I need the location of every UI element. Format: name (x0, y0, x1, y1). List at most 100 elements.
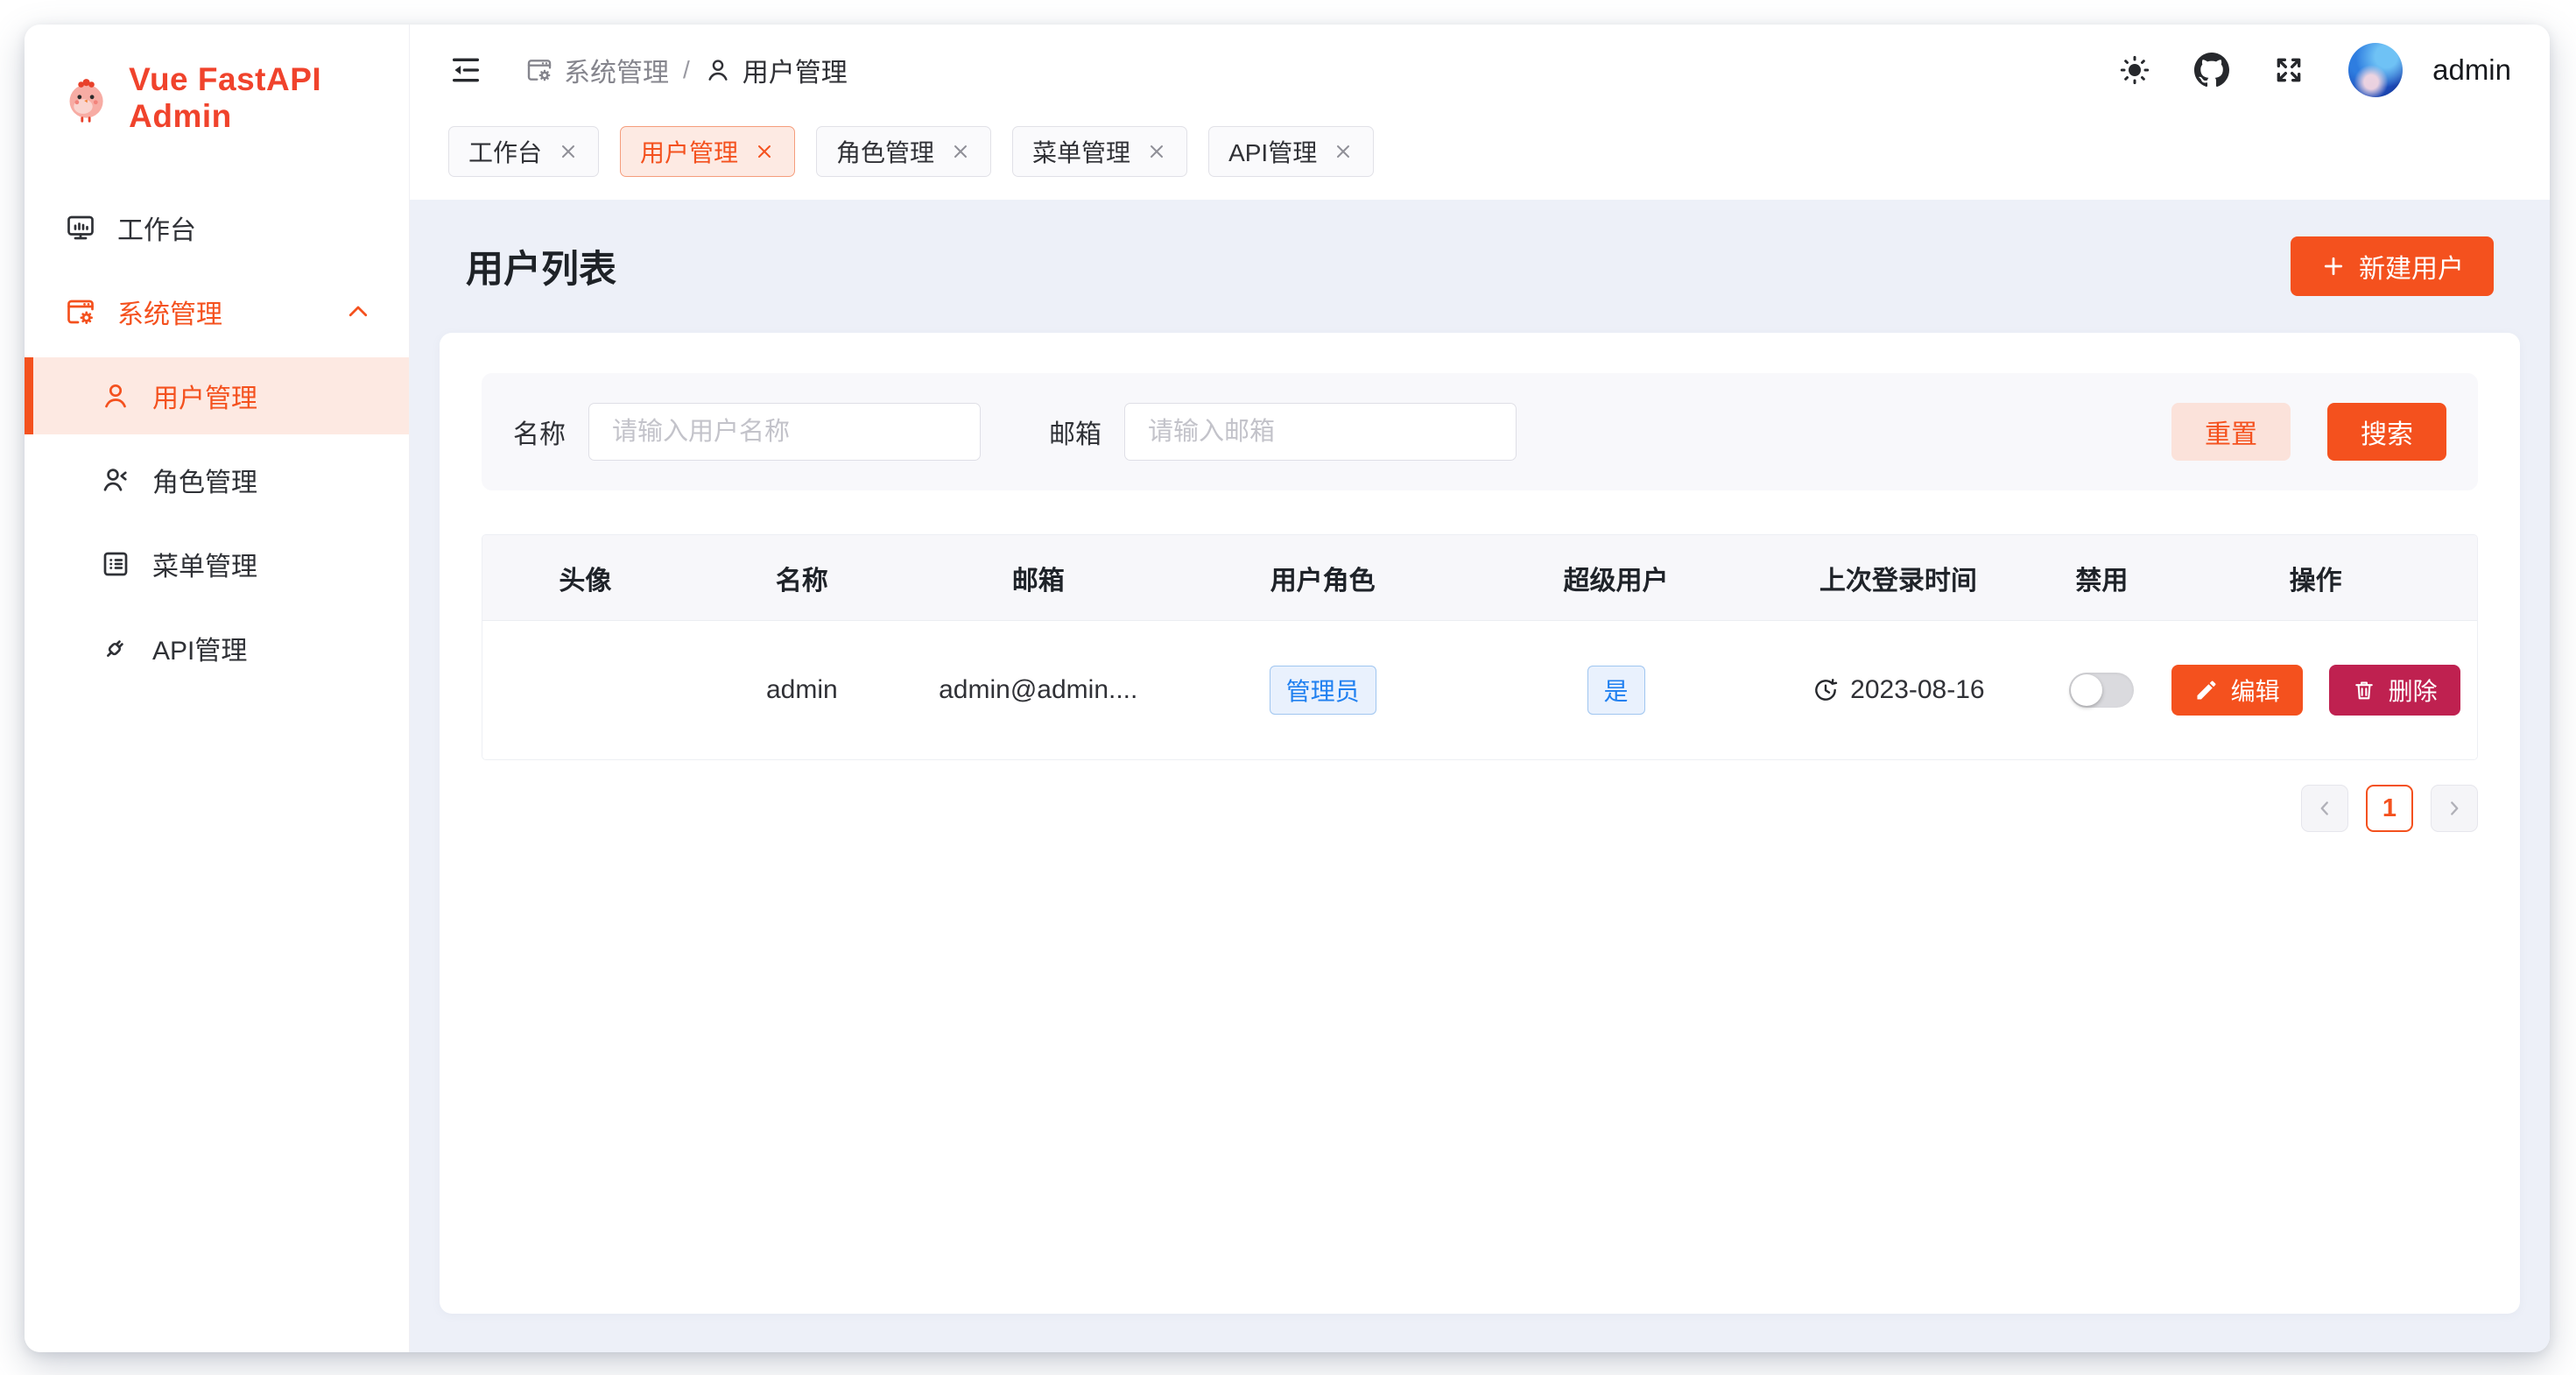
breadcrumb-system-management[interactable]: 系统管理 (525, 51, 669, 89)
breadcrumb-label: 用户管理 (743, 51, 848, 89)
sidebar: Vue FastAPI Admin 工作台 系统管理 (25, 25, 410, 1352)
new-user-button-label: 新建用户 (2359, 247, 2464, 286)
tab-workbench[interactable]: 工作台 (448, 126, 599, 177)
chevron-left-icon (2313, 797, 2336, 820)
sidebar-item-workbench[interactable]: 工作台 (25, 189, 409, 266)
col-header-disabled: 禁用 (2049, 559, 2154, 597)
tab-menu-management[interactable]: 菜单管理 (1012, 126, 1187, 177)
email-filter-input[interactable] (1124, 403, 1517, 461)
app-logo[interactable]: Vue FastAPI Admin (25, 25, 409, 135)
content-area: 用户列表 新建用户 名称 邮箱 重置 搜索 (410, 200, 2550, 1352)
x-icon[interactable] (1333, 141, 1354, 162)
sidebar-item-user-management[interactable]: 用户管理 (25, 357, 409, 434)
tab-label: 工作台 (468, 134, 542, 169)
cell-last-login: 2023-08-16 (1747, 675, 2049, 705)
browser-settings-icon (525, 56, 553, 84)
screen: Vue FastAPI Admin 工作台 系统管理 (0, 0, 2576, 1375)
tab-bar: 工作台 用户管理 角色管理 菜单管理 API管理 (410, 116, 2550, 200)
sidebar-item-label: 菜单管理 (152, 545, 257, 583)
cell-disabled (2049, 673, 2154, 708)
pagination: 1 (482, 785, 2478, 832)
table-row: admin admin@admin.... 管理员 是 (482, 621, 2477, 759)
user-list-card: 名称 邮箱 重置 搜索 头像 名称 邮箱 用户角色 超级用户 (440, 333, 2520, 1314)
sidebar-item-api-management[interactable]: API管理 (25, 610, 409, 687)
breadcrumb-user-management[interactable]: 用户管理 (704, 51, 848, 89)
user-table: 头像 名称 邮箱 用户角色 超级用户 上次登录时间 禁用 操作 admin ad… (482, 534, 2478, 760)
delete-button-label: 删除 (2389, 673, 2438, 708)
role-tag: 管理员 (1270, 666, 1376, 715)
cell-name: admin (688, 675, 916, 705)
pagination-next-button[interactable] (2431, 785, 2478, 832)
person-arrow-icon (100, 464, 131, 496)
expand-icon[interactable] (2271, 53, 2306, 88)
cell-actions: 编辑 删除 (2154, 665, 2477, 716)
x-icon[interactable] (1146, 141, 1167, 162)
tab-role-management[interactable]: 角色管理 (816, 126, 991, 177)
top-header: 系统管理 / 用户管理 (410, 25, 2550, 116)
tab-label: 角色管理 (836, 134, 934, 169)
x-icon[interactable] (754, 141, 775, 162)
name-filter-input[interactable] (588, 403, 981, 461)
user-avatar[interactable] (2348, 43, 2403, 97)
tab-label: API管理 (1228, 134, 1317, 169)
query-bar: 名称 邮箱 重置 搜索 (482, 373, 2478, 490)
x-icon[interactable] (558, 141, 579, 162)
last-login-value: 2023-08-16 (1850, 675, 1984, 705)
sidebar-item-label: 用户管理 (152, 377, 257, 415)
sidebar-item-role-management[interactable]: 角色管理 (25, 441, 409, 518)
breadcrumb-separator: / (683, 56, 690, 84)
app-title: Vue FastAPI Admin (129, 61, 409, 135)
github-icon[interactable] (2194, 53, 2229, 88)
chevron-right-icon (2443, 797, 2466, 820)
col-header-avatar: 头像 (482, 559, 688, 597)
col-header-email: 邮箱 (916, 559, 1161, 597)
cell-superuser: 是 (1485, 666, 1748, 715)
breadcrumb-label: 系统管理 (564, 51, 669, 89)
clock-icon (1812, 676, 1840, 704)
tab-user-management[interactable]: 用户管理 (620, 126, 795, 177)
pagination-page-1-button[interactable]: 1 (2366, 785, 2413, 832)
reset-button[interactable]: 重置 (2171, 403, 2291, 461)
monitor-icon (65, 212, 96, 243)
tab-label: 菜单管理 (1032, 134, 1130, 169)
main-area: 系统管理 / 用户管理 (410, 25, 2550, 1352)
sidebar-item-menu-management[interactable]: 菜单管理 (25, 525, 409, 603)
chick-icon (61, 71, 111, 125)
x-icon[interactable] (950, 141, 971, 162)
chevron-up-icon (342, 299, 374, 325)
tab-label: 用户管理 (640, 134, 738, 169)
username[interactable]: admin (2432, 53, 2511, 87)
plug-icon (100, 632, 131, 664)
pagination-prev-button[interactable] (2301, 785, 2348, 832)
tab-api-management[interactable]: API管理 (1208, 126, 1374, 177)
breadcrumb: 系统管理 / 用户管理 (525, 51, 848, 89)
menu-fold-icon[interactable] (448, 53, 483, 88)
header-actions: admin (2117, 43, 2511, 97)
cell-role: 管理员 (1161, 666, 1485, 715)
sidebar-menu: 工作台 系统管理 用户管理 (25, 189, 409, 687)
browser-settings-icon (65, 296, 96, 328)
trash-icon (2352, 678, 2376, 702)
pencil-icon (2194, 678, 2219, 702)
plus-icon (2320, 253, 2347, 279)
new-user-button[interactable]: 新建用户 (2291, 236, 2494, 296)
list-icon (100, 548, 131, 580)
sun-icon[interactable] (2117, 53, 2152, 88)
sidebar-item-system-management[interactable]: 系统管理 (25, 273, 409, 350)
toggle-knob (2071, 674, 2102, 706)
col-header-actions: 操作 (2154, 559, 2477, 597)
col-header-last-login: 上次登录时间 (1747, 559, 2049, 597)
sidebar-item-label: 系统管理 (117, 293, 222, 331)
person-icon (100, 380, 131, 412)
person-icon (704, 56, 732, 84)
delete-button[interactable]: 删除 (2329, 665, 2460, 716)
edit-button[interactable]: 编辑 (2171, 665, 2303, 716)
disabled-toggle[interactable] (2069, 673, 2134, 708)
search-button[interactable]: 搜索 (2327, 403, 2446, 461)
superuser-tag: 是 (1587, 666, 1645, 715)
cell-email: admin@admin.... (916, 675, 1161, 705)
table-header-row: 头像 名称 邮箱 用户角色 超级用户 上次登录时间 禁用 操作 (482, 535, 2477, 621)
sidebar-item-label: 工作台 (117, 208, 196, 247)
page-header: 用户列表 新建用户 (440, 200, 2520, 333)
col-header-name: 名称 (688, 559, 916, 597)
